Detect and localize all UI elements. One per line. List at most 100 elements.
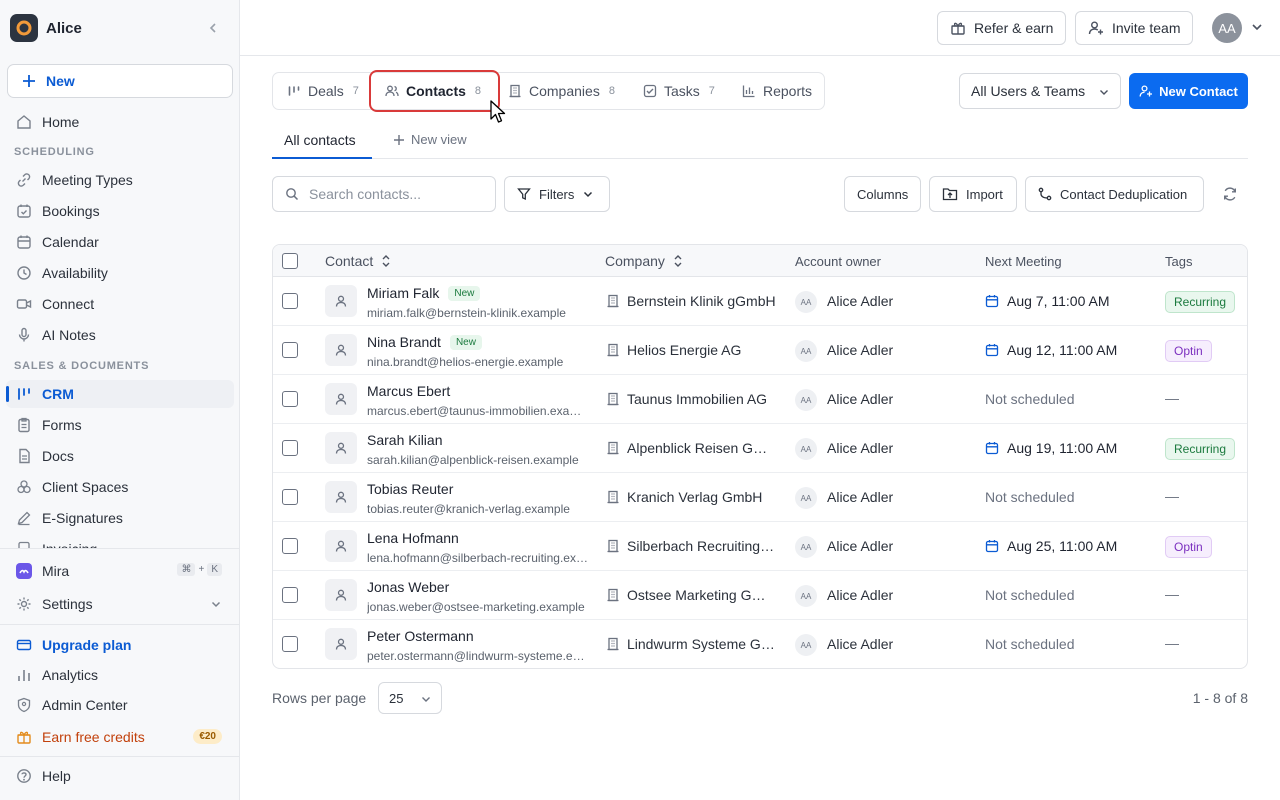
sidebar-item-docs[interactable]: Docs bbox=[6, 442, 234, 470]
row-checkbox[interactable] bbox=[282, 636, 298, 652]
sidebar-item-client-spaces[interactable]: Client Spaces bbox=[6, 473, 234, 501]
contact-avatar bbox=[325, 481, 357, 513]
table-row[interactable]: Tobias Reuter tobias.reuter@kranich-verla… bbox=[273, 473, 1247, 522]
company-name[interactable]: Ostsee Marketing GmbH bbox=[627, 587, 777, 603]
contact-name-cell[interactable]: Nina Brandt New bbox=[367, 334, 482, 350]
tab-tasks[interactable]: Tasks 7 bbox=[643, 73, 715, 109]
tab-label: Reports bbox=[763, 83, 813, 99]
sidebar-item-availability[interactable]: Availability bbox=[6, 259, 234, 287]
row-checkbox[interactable] bbox=[282, 391, 298, 407]
contact-name-cell[interactable]: Peter Ostermann bbox=[367, 628, 474, 644]
row-checkbox[interactable] bbox=[282, 440, 298, 456]
next-meeting[interactable]: Aug 19, 11:00 AM bbox=[985, 440, 1117, 456]
column-header-company[interactable]: Company bbox=[605, 245, 683, 277]
company-name[interactable]: Helios Energie AG bbox=[627, 342, 777, 358]
table-row[interactable]: Nina Brandt New nina.brandt@helios-energie… bbox=[273, 326, 1247, 375]
columns-button[interactable]: Columns bbox=[844, 176, 921, 212]
column-header-next-meeting[interactable]: Next Meeting bbox=[985, 245, 1062, 277]
contact-name-cell[interactable]: Jonas Weber bbox=[367, 579, 449, 595]
row-checkbox[interactable] bbox=[282, 342, 298, 358]
workspace-name: Alice bbox=[46, 19, 82, 37]
sidebar-item-ai-notes[interactable]: AI Notes bbox=[6, 321, 234, 349]
import-folder-icon bbox=[942, 187, 958, 201]
company-name[interactable]: Lindwurm Systeme GmbH bbox=[627, 636, 777, 652]
tab-deals[interactable]: Deals 7 bbox=[287, 73, 359, 109]
table-row[interactable]: Miriam Falk New miriam.falk@bernstein-klin… bbox=[273, 277, 1247, 326]
sidebar-item-label: CRM bbox=[42, 386, 74, 402]
view-all-contacts[interactable]: All contacts bbox=[284, 132, 356, 148]
sidebar-item-help[interactable]: Help bbox=[6, 762, 234, 790]
company-name[interactable]: Alpenblick Reisen GmbH bbox=[627, 440, 777, 456]
row-checkbox[interactable] bbox=[282, 538, 298, 554]
column-header-tags[interactable]: Tags bbox=[1165, 245, 1192, 277]
refer-earn-button[interactable]: Refer & earn bbox=[937, 11, 1067, 45]
sidebar-item-mira[interactable]: Mira ⌘ + K bbox=[6, 557, 234, 585]
invite-team-button[interactable]: Invite team bbox=[1075, 11, 1194, 45]
company-name[interactable]: Silberbach Recruiting GmbH bbox=[627, 538, 777, 554]
table-row[interactable]: Marcus Ebert marcus.ebert@taunus-immobili… bbox=[273, 375, 1247, 424]
sidebar-item-analytics[interactable]: Analytics bbox=[6, 661, 234, 689]
contact-deduplication-button[interactable]: Contact Deduplication bbox=[1025, 176, 1204, 212]
contact-avatar bbox=[325, 383, 357, 415]
row-checkbox[interactable] bbox=[282, 293, 298, 309]
tab-companies[interactable]: Companies 8 bbox=[508, 73, 615, 109]
next-meeting[interactable]: Aug 7, 11:00 AM bbox=[985, 293, 1109, 309]
new-button[interactable]: New bbox=[7, 64, 233, 98]
sidebar-item-invoicing[interactable]: Invoicing bbox=[6, 535, 234, 549]
users-teams-select[interactable]: All Users & Teams bbox=[959, 73, 1121, 109]
select-all-checkbox[interactable] bbox=[282, 253, 298, 269]
workspace-switcher[interactable]: Alice bbox=[10, 13, 230, 43]
contact-deduplication-label: Contact Deduplication bbox=[1060, 186, 1188, 202]
contact-avatar bbox=[325, 579, 357, 611]
sidebar-item-upgrade[interactable]: Upgrade plan bbox=[6, 631, 234, 659]
contact-name-cell[interactable]: Lena Hofmann bbox=[367, 530, 459, 546]
column-header-contact[interactable]: Contact bbox=[325, 245, 391, 277]
sidebar-item-earn-credits[interactable]: Earn free credits €20 bbox=[6, 723, 234, 751]
sidebar-item-calendar[interactable]: Calendar bbox=[6, 228, 234, 256]
company-name[interactable]: Bernstein Klinik gGmbH bbox=[627, 293, 777, 309]
sidebar-item-crm[interactable]: CRM bbox=[6, 380, 234, 408]
analytics-icon bbox=[14, 665, 34, 685]
sidebar-item-home[interactable]: Home bbox=[6, 108, 234, 136]
view-active-indicator bbox=[272, 157, 372, 159]
sidebar-item-meeting-types[interactable]: Meeting Types bbox=[6, 166, 234, 194]
column-header-account-owner[interactable]: Account owner bbox=[795, 245, 881, 277]
import-button[interactable]: Import bbox=[929, 176, 1017, 212]
chevron-down-icon[interactable] bbox=[1250, 20, 1264, 34]
rows-per-page-select[interactable]: 25 bbox=[378, 682, 442, 714]
owner-avatar: AA bbox=[795, 634, 817, 656]
sidebar-item-forms[interactable]: Forms bbox=[6, 411, 234, 439]
table-row[interactable]: Jonas Weber jonas.weber@ostsee-marketing.… bbox=[273, 571, 1247, 620]
collapse-sidebar-icon[interactable] bbox=[206, 21, 220, 35]
table-row[interactable]: Lena Hofmann lena.hofmann@silberbach-recr… bbox=[273, 522, 1247, 571]
row-checkbox[interactable] bbox=[282, 489, 298, 505]
search-input[interactable]: Search contacts... bbox=[272, 176, 496, 212]
contact-name-cell[interactable]: Miriam Falk New bbox=[367, 285, 481, 301]
import-label: Import bbox=[966, 186, 1003, 202]
next-meeting[interactable]: Aug 12, 11:00 AM bbox=[985, 342, 1117, 358]
contact-avatar bbox=[325, 628, 357, 660]
user-avatar[interactable]: AA bbox=[1212, 13, 1242, 43]
company-name[interactable]: Taunus Immobilien AG bbox=[627, 391, 777, 407]
refresh-icon bbox=[1222, 186, 1238, 202]
next-meeting[interactable]: Aug 25, 11:00 AM bbox=[985, 538, 1117, 554]
sidebar-item-bookings[interactable]: Bookings bbox=[6, 197, 234, 225]
plus-icon bbox=[393, 134, 405, 146]
filters-button[interactable]: Filters bbox=[504, 176, 610, 212]
company-name[interactable]: Kranich Verlag GmbH bbox=[627, 489, 777, 505]
sidebar-item-admin-center[interactable]: Admin Center bbox=[6, 691, 234, 719]
sidebar-item-connect[interactable]: Connect bbox=[6, 290, 234, 318]
refresh-button[interactable] bbox=[1212, 176, 1248, 212]
chevron-down-icon bbox=[420, 693, 432, 705]
table-row[interactable]: Sarah Kilian sarah.kilian@alpenblick-reis… bbox=[273, 424, 1247, 473]
sidebar-item-e-signatures[interactable]: E-Signatures bbox=[6, 504, 234, 532]
tab-reports[interactable]: Reports bbox=[742, 73, 812, 109]
contact-name-cell[interactable]: Marcus Ebert bbox=[367, 383, 450, 399]
row-checkbox[interactable] bbox=[282, 587, 298, 603]
contact-name-cell[interactable]: Sarah Kilian bbox=[367, 432, 443, 448]
contact-name-cell[interactable]: Tobias Reuter bbox=[367, 481, 453, 497]
new-contact-button[interactable]: New Contact bbox=[1129, 73, 1248, 109]
sidebar-item-settings[interactable]: Settings bbox=[6, 590, 234, 618]
table-row[interactable]: Peter Ostermann peter.ostermann@lindwurm-… bbox=[273, 620, 1247, 668]
new-view-button[interactable]: New view bbox=[393, 132, 467, 147]
